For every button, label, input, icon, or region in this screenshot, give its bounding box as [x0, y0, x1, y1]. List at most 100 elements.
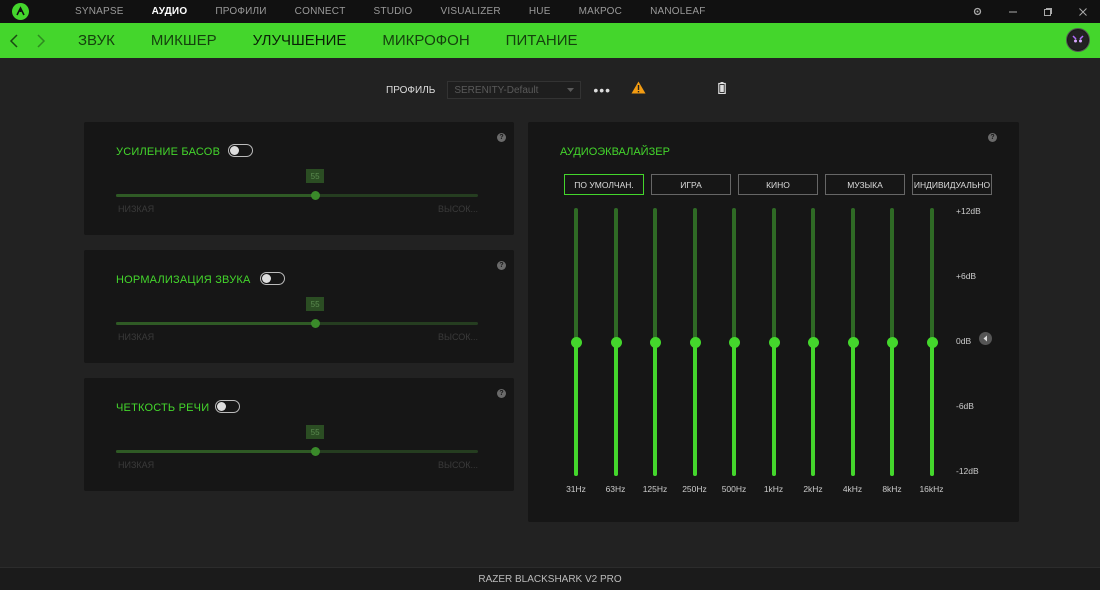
topnav-item-1[interactable]: АУДИО [138, 6, 202, 17]
sound-normalization-slider-thumb[interactable] [311, 319, 321, 328]
audio-tabs: ЗВУК МИКШЕР УЛУЧШЕНИЕ МИКРОФОН ПИТАНИЕ [60, 32, 596, 49]
eq-band-label: 16kHz [919, 484, 944, 494]
eq-band-label: 250Hz [682, 484, 707, 494]
eq-band-thumb[interactable] [571, 336, 582, 348]
sound-normalization-slider[interactable] [116, 319, 478, 328]
tab-0[interactable]: ЗВУК [60, 32, 133, 49]
voice-clarity-slider-fill [116, 450, 316, 453]
sound-normalization-toggle[interactable] [260, 272, 285, 285]
minimize-icon[interactable] [995, 0, 1030, 23]
eq-band-level [850, 342, 855, 476]
eq-band-level [613, 342, 618, 476]
topnav-item-5[interactable]: VISUALIZER [427, 6, 515, 17]
user-avatar[interactable] [1066, 28, 1090, 52]
tab-2[interactable]: УЛУЧШЕНИЕ [235, 32, 365, 49]
equalizer-panel: ? АУДИОЭКВАЛАЙЗЕР ПО УМОЛЧАН. ИГРА КИНО МУЗ… [528, 122, 1019, 522]
more-options-button[interactable]: ••• [593, 82, 611, 98]
eq-band-slider[interactable] [645, 208, 665, 478]
equalizer-presets: ПО УМОЛЧАН. ИГРА КИНО МУЗЫКА ИНДИВИДУАЛЬНО [564, 174, 999, 195]
razer-logo[interactable] [0, 0, 40, 23]
eq-band-thumb[interactable] [729, 336, 740, 348]
help-icon[interactable]: ? [988, 133, 997, 142]
eq-band-thumb[interactable] [847, 336, 859, 348]
eq-band-thumb[interactable] [610, 336, 622, 348]
eq-band-level [929, 342, 934, 476]
eq-band-slider[interactable] [803, 208, 823, 478]
eq-band-level [771, 342, 776, 476]
voice-clarity-slider-thumb[interactable] [311, 447, 321, 456]
window-controls [960, 0, 1100, 23]
profile-row: ПРОФИЛЬ SERENITY-Default ••• [386, 80, 726, 100]
preset-button-4[interactable]: ИНДИВИДУАЛЬНО [912, 174, 992, 195]
topnav-item-2[interactable]: ПРОФИЛИ [201, 6, 280, 17]
bass-boost-slider[interactable] [116, 191, 478, 200]
eq-band-level [692, 342, 697, 476]
topnav-item-7[interactable]: МАКРОС [565, 6, 636, 17]
close-icon[interactable] [1065, 0, 1100, 23]
preset-button-0[interactable]: ПО УМОЛЧАН. [564, 174, 644, 195]
razer-logo-icon [11, 3, 29, 20]
eq-band-slider[interactable] [606, 208, 626, 478]
eq-band-level [890, 342, 894, 476]
preset-button-2[interactable]: КИНО [738, 174, 818, 195]
db-scale-label: +12dB [956, 206, 981, 216]
eq-band-slider[interactable] [764, 208, 784, 478]
eq-band-slider[interactable] [724, 208, 744, 478]
forward-arrow-icon[interactable] [27, 23, 54, 58]
device-name: RAZER BLACKSHARK V2 PRO [478, 573, 622, 585]
eq-band-thumb[interactable] [650, 336, 661, 348]
help-icon[interactable]: ? [497, 389, 506, 398]
eq-band-slider[interactable] [922, 208, 942, 478]
topnav-item-3[interactable]: CONNECT [281, 6, 360, 17]
preset-button-3[interactable]: МУЗЫКА [825, 174, 905, 195]
voice-clarity-slider[interactable] [116, 447, 478, 456]
db-scale-label: -6dB [956, 401, 974, 411]
reset-eq-icon[interactable] [979, 332, 992, 345]
eq-band-level [811, 342, 815, 476]
voice-clarity-panel: ? ЧЕТКОСТЬ РЕЧИ 55 НИЗКАЯ ВЫСОК... [84, 378, 514, 491]
topnav-item-8[interactable]: NANOLEAF [636, 6, 720, 17]
eq-band-slider[interactable] [566, 208, 586, 478]
tab-4[interactable]: ПИТАНИЕ [488, 32, 596, 49]
profile-dropdown[interactable]: SERENITY-Default [447, 81, 582, 99]
eq-band-level [653, 342, 657, 476]
settings-gear-icon[interactable] [960, 0, 995, 23]
help-icon[interactable]: ? [497, 133, 506, 142]
sound-normalization-slider-fill [116, 322, 316, 325]
sound-normalization-min-label: НИЗКАЯ [118, 332, 155, 342]
help-icon[interactable]: ? [497, 261, 506, 270]
eq-band-slider[interactable] [882, 208, 902, 478]
maximize-icon[interactable] [1030, 0, 1065, 23]
topnav-item-6[interactable]: HUE [515, 6, 565, 17]
eq-band-thumb[interactable] [808, 336, 819, 348]
tab-3[interactable]: МИКРОФОН [364, 32, 487, 49]
eq-band-label: 4kHz [842, 484, 863, 494]
eq-band-slider[interactable] [843, 208, 863, 478]
db-scale-label: -12dB [956, 466, 979, 476]
eq-band-slider[interactable] [685, 208, 705, 478]
preset-button-1[interactable]: ИГРА [651, 174, 731, 195]
topnav-item-4[interactable]: STUDIO [360, 6, 427, 17]
chevron-down-icon [567, 85, 575, 96]
eq-band-label: 8kHz [882, 484, 902, 494]
bass-boost-min-label: НИЗКАЯ [118, 204, 155, 214]
voice-clarity-title: ЧЕТКОСТЬ РЕЧИ [116, 402, 210, 414]
sound-normalization-max-label: ВЫСОК... [437, 332, 478, 342]
eq-band-thumb[interactable] [926, 336, 938, 348]
eq-band-thumb[interactable] [887, 336, 898, 348]
back-arrow-icon[interactable] [0, 23, 27, 58]
sound-normalization-title: НОРМАЛИЗАЦИЯ ЗВУКА [116, 274, 251, 286]
eq-band-thumb[interactable] [689, 336, 701, 348]
tab-1[interactable]: МИКШЕР [133, 32, 235, 49]
bass-boost-slider-fill [116, 194, 316, 197]
sound-normalization-panel: ? НОРМАЛИЗАЦИЯ ЗВУКА 55 НИЗКАЯ ВЫСОК... [84, 250, 514, 363]
topnav-item-0[interactable]: SYNAPSE [40, 6, 138, 17]
eq-band-thumb[interactable] [768, 336, 780, 348]
bass-boost-toggle[interactable] [228, 144, 253, 157]
sub-navigation-bar: ЗВУК МИКШЕР УЛУЧШЕНИЕ МИКРОФОН ПИТАНИЕ [0, 23, 1100, 58]
top-navigation: SYNAPSE АУДИО ПРОФИЛИ CONNECT STUDIO VISUALIZ… [40, 0, 720, 23]
warning-icon[interactable] [631, 81, 646, 99]
bass-boost-slider-thumb[interactable] [311, 191, 321, 200]
voice-clarity-toggle[interactable] [215, 400, 240, 413]
eq-band-label: 125Hz [642, 484, 668, 494]
